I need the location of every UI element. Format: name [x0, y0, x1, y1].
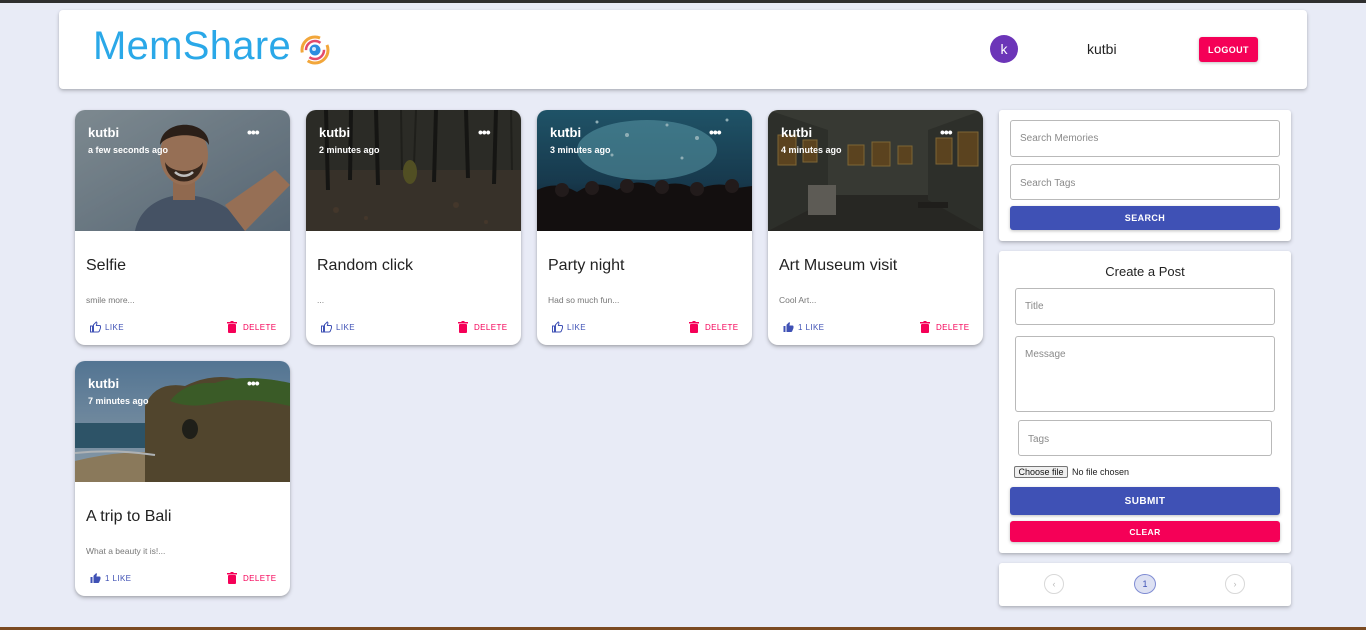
like-label: LIKE	[105, 322, 124, 332]
like-label: LIKE	[567, 322, 586, 332]
search-tags-input[interactable]: Search Tags	[1010, 164, 1280, 200]
logout-button[interactable]: LOGOUT	[1199, 37, 1258, 62]
delete-label: DELETE	[705, 322, 739, 332]
post-card[interactable]: kutbi 7 minutes ago ••• A trip to Bali W…	[75, 361, 290, 596]
tags-placeholder: Tags	[1028, 434, 1050, 445]
file-status: No file chosen	[1072, 467, 1130, 477]
chevron-right-icon[interactable]: ›	[1225, 574, 1245, 594]
post-card[interactable]: kutbi 2 minutes ago ••• Random click ...…	[306, 110, 521, 345]
thumb-up-outline-icon	[552, 321, 563, 333]
post-title: Selfie	[86, 257, 127, 274]
like-button[interactable]: LIKE	[551, 321, 586, 333]
delete-button[interactable]: DELETE	[689, 321, 739, 333]
tags-field[interactable]: Tags	[1018, 420, 1272, 456]
post-timestamp: 7 minutes ago	[88, 396, 149, 406]
window-top-edge	[0, 0, 1366, 3]
post-title: Party night	[548, 257, 625, 274]
search-memories-placeholder: Search Memories	[1020, 133, 1099, 144]
page-1-button[interactable]: 1	[1134, 574, 1156, 594]
thumb-up-filled-icon	[90, 573, 101, 583]
title-placeholder: Title	[1025, 301, 1044, 312]
brand-title[interactable]: MemShare	[93, 24, 291, 69]
message-field[interactable]: Message	[1015, 336, 1275, 412]
post-timestamp: 4 minutes ago	[781, 145, 842, 155]
thumb-up-outline-icon	[90, 321, 101, 333]
trash-icon	[227, 321, 237, 333]
post-message: Cool Art...	[779, 295, 817, 305]
thumb-up-outline-icon	[321, 321, 332, 333]
pagination: ‹ 1 ›	[999, 563, 1291, 606]
trash-icon	[689, 321, 699, 333]
post-author: kutbi	[88, 125, 120, 140]
post-message: What a beauty it is!...	[86, 546, 166, 556]
app-bar: MemShare k kutbi LOGOUT	[59, 10, 1307, 89]
post-title: A trip to Bali	[86, 508, 172, 525]
like-button[interactable]: 1 LIKE	[782, 321, 824, 333]
search-panel: Search Memories Search Tags SEARCH	[999, 110, 1291, 241]
message-placeholder: Message	[1025, 349, 1066, 360]
post-timestamp: 3 minutes ago	[550, 145, 611, 155]
post-author: kutbi	[550, 125, 582, 140]
like-label: LIKE	[336, 322, 355, 332]
like-button[interactable]: LIKE	[320, 321, 355, 333]
like-button[interactable]: 1 LIKE	[89, 572, 131, 584]
post-author: kutbi	[781, 125, 813, 140]
trash-icon	[920, 321, 930, 333]
post-timestamp: 2 minutes ago	[319, 145, 380, 155]
more-horiz-icon[interactable]: •••	[478, 124, 491, 140]
thumb-up-filled-icon	[783, 322, 794, 332]
search-button[interactable]: SEARCH	[1010, 206, 1280, 230]
delete-button[interactable]: DELETE	[227, 321, 277, 333]
post-author: kutbi	[319, 125, 351, 140]
more-horiz-icon[interactable]: •••	[247, 124, 260, 140]
post-message: smile more...	[86, 295, 135, 305]
post-title: Random click	[317, 257, 414, 274]
post-card[interactable]: kutbi 4 minutes ago ••• Art Museum visit…	[768, 110, 983, 345]
like-button[interactable]: LIKE	[89, 321, 124, 333]
title-field[interactable]: Title	[1015, 288, 1275, 325]
delete-button[interactable]: DELETE	[227, 572, 277, 584]
delete-button[interactable]: DELETE	[458, 321, 508, 333]
search-memories-input[interactable]: Search Memories	[1010, 120, 1280, 157]
post-title: Art Museum visit	[779, 257, 898, 274]
delete-label: DELETE	[243, 322, 277, 332]
more-horiz-icon[interactable]: •••	[709, 124, 722, 140]
delete-label: DELETE	[936, 322, 970, 332]
delete-button[interactable]: DELETE	[920, 321, 970, 333]
submit-button[interactable]: SUBMIT	[1010, 487, 1280, 515]
post-message: ...	[317, 295, 325, 305]
trash-icon	[458, 321, 468, 333]
form-title: Create a Post	[1105, 264, 1185, 279]
more-horiz-icon[interactable]: •••	[940, 124, 953, 140]
more-horiz-icon[interactable]: •••	[247, 375, 260, 391]
clear-button[interactable]: CLEAR	[1010, 521, 1280, 542]
post-timestamp: a few seconds ago	[88, 145, 169, 155]
trash-icon	[227, 572, 237, 584]
post-message: Had so much fun...	[548, 295, 620, 305]
post-card[interactable]: kutbi a few seconds ago ••• Selfie smile…	[75, 110, 290, 345]
avatar[interactable]: k	[990, 35, 1018, 63]
memories-logo-icon	[300, 35, 330, 65]
post-author: kutbi	[88, 376, 120, 391]
choose-file-button[interactable]: Choose file	[1014, 466, 1068, 478]
chevron-left-icon[interactable]: ‹	[1044, 574, 1064, 594]
like-label: 1 LIKE	[798, 322, 825, 332]
delete-label: DELETE	[474, 322, 508, 332]
create-post-form: Create a Post Title Message Tags Choose …	[999, 251, 1291, 553]
search-tags-placeholder: Search Tags	[1020, 178, 1076, 189]
delete-label: DELETE	[243, 573, 277, 583]
like-label: 1 LIKE	[105, 573, 132, 583]
username-label: kutbi	[1087, 41, 1117, 57]
post-card[interactable]: kutbi 3 minutes ago ••• Party night Had …	[537, 110, 752, 345]
